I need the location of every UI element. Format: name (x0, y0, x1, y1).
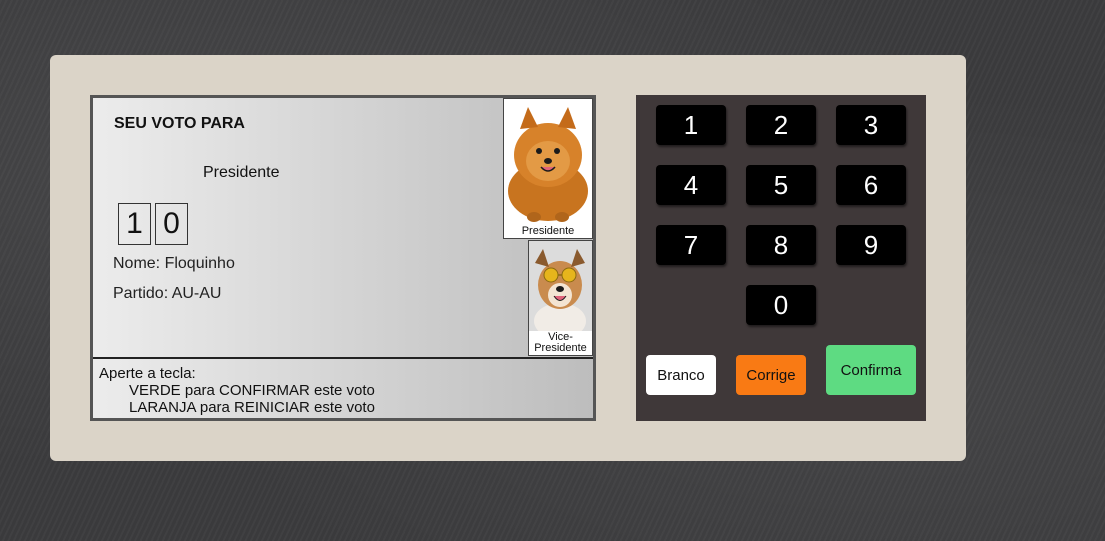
president-photo-label: Presidente (521, 225, 575, 237)
key-8[interactable]: 8 (746, 225, 816, 265)
office-label: Presidente (203, 164, 280, 181)
instructions-panel: Aperte a tecla: VERDE para CONFIRMAR est… (93, 357, 593, 418)
key-1[interactable]: 1 (656, 105, 726, 145)
instruction-restart: LARANJA para REINICIAR este voto (129, 399, 375, 416)
president-photo: Presidente (503, 98, 593, 239)
corrige-button[interactable]: Corrige (736, 355, 806, 395)
key-9[interactable]: 9 (836, 225, 906, 265)
key-7[interactable]: 7 (656, 225, 726, 265)
vote-digit: 0 (155, 203, 188, 245)
screen-header: SEU VOTO PARA (114, 115, 245, 132)
pomeranian-dog-image (504, 99, 592, 223)
keypad: 1 2 3 4 5 6 7 8 9 0 Branco Corrige Confi… (636, 95, 926, 421)
instructions-title: Aperte a tecla: (99, 365, 196, 382)
voting-machine: SEU VOTO PARA Presidente 1 0 Nome: Floqu… (50, 55, 966, 461)
key-6[interactable]: 6 (836, 165, 906, 205)
key-2[interactable]: 2 (746, 105, 816, 145)
key-0[interactable]: 0 (746, 285, 816, 325)
vice-president-photo: Vice-Presidente (528, 240, 593, 356)
vote-number: 1 0 (118, 203, 188, 245)
screen-top-area: SEU VOTO PARA Presidente 1 0 Nome: Floqu… (93, 98, 593, 357)
voting-screen: SEU VOTO PARA Presidente 1 0 Nome: Floqu… (90, 95, 596, 421)
candidate-party: Partido: AU-AU (113, 285, 222, 302)
key-5[interactable]: 5 (746, 165, 816, 205)
vote-digit: 1 (118, 203, 151, 245)
confirma-button[interactable]: Confirma (826, 345, 916, 395)
candidate-name: Nome: Floquinho (113, 255, 235, 272)
instruction-confirm: VERDE para CONFIRMAR este voto (129, 382, 375, 399)
key-4[interactable]: 4 (656, 165, 726, 205)
key-3[interactable]: 3 (836, 105, 906, 145)
vice-photo-label: Vice-Presidente (534, 331, 587, 354)
dog-with-sunglasses-image (529, 241, 592, 339)
branco-button[interactable]: Branco (646, 355, 716, 395)
